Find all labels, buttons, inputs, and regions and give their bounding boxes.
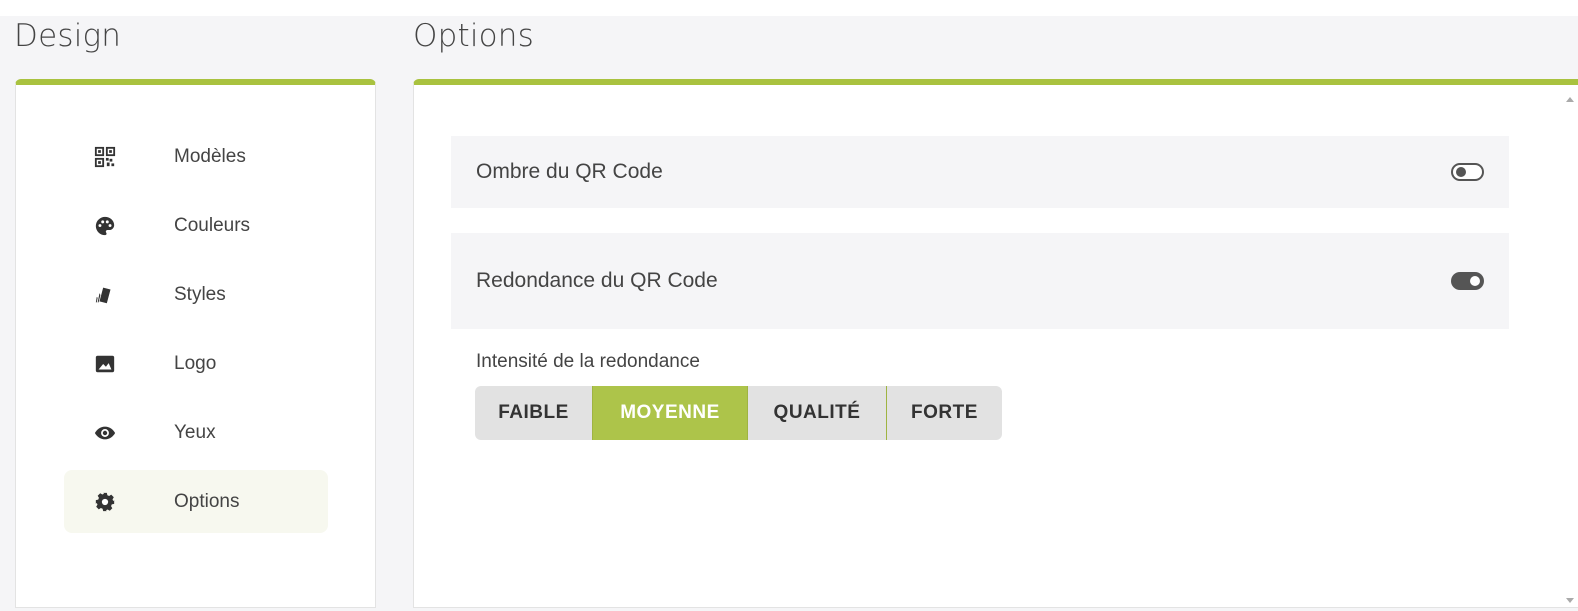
nav-label-couleurs: Couleurs	[174, 214, 251, 236]
palette-icon	[94, 214, 142, 238]
design-section-title: Design	[14, 18, 122, 54]
nav-item-logo[interactable]: Logo	[64, 332, 328, 395]
image-icon	[94, 352, 142, 376]
nav-item-couleurs[interactable]: Couleurs	[64, 194, 328, 257]
swatch-book-icon	[94, 283, 142, 307]
intensity-option-faible[interactable]: FAIBLE	[475, 386, 593, 440]
options-card: Ombre du QR Code Redondance du QR Code I…	[413, 79, 1578, 608]
gear-icon	[94, 490, 142, 514]
toggle-knob	[1470, 276, 1480, 286]
options-section-title: Options	[413, 18, 535, 54]
nav-item-styles[interactable]: Styles	[64, 263, 328, 326]
nav-label-logo: Logo	[174, 352, 217, 374]
nav-label-styles: Styles	[174, 283, 226, 305]
redundancy-toggle[interactable]	[1451, 272, 1484, 290]
intensity-label: Intensité de la redondance	[476, 351, 700, 372]
nav-label-modeles: Modèles	[174, 145, 246, 167]
scroll-up-arrow-icon[interactable]	[1566, 97, 1574, 102]
design-nav-card: Modèles Couleurs Styles Logo Yeux Option…	[15, 79, 376, 608]
toggle-knob	[1456, 167, 1466, 177]
intensity-option-moyenne[interactable]: MOYENNE	[593, 386, 748, 440]
redundancy-option-label: Redondance du QR Code	[476, 269, 718, 292]
shadow-option-label: Ombre du QR Code	[476, 160, 663, 183]
intensity-segmented-control: FAIBLE MOYENNE QUALITÉ FORTE	[475, 386, 1002, 440]
nav-item-yeux[interactable]: Yeux	[64, 401, 328, 464]
top-strip	[0, 0, 1578, 16]
nav-item-modeles[interactable]: Modèles	[64, 125, 328, 188]
redundancy-option-row: Redondance du QR Code	[451, 233, 1509, 329]
options-scrollbar[interactable]	[1562, 91, 1578, 611]
nav-label-options: Options	[174, 490, 240, 512]
qr-code-icon	[94, 145, 142, 169]
nav-item-options[interactable]: Options	[64, 470, 328, 533]
shadow-toggle[interactable]	[1451, 163, 1484, 181]
intensity-option-qualite[interactable]: QUALITÉ	[748, 386, 887, 440]
eye-icon	[94, 421, 142, 445]
intensity-option-forte[interactable]: FORTE	[887, 386, 1002, 440]
design-nav: Modèles Couleurs Styles Logo Yeux Option…	[64, 125, 328, 539]
nav-label-yeux: Yeux	[174, 421, 216, 443]
scroll-down-arrow-icon[interactable]	[1566, 598, 1574, 603]
shadow-option-row: Ombre du QR Code	[451, 136, 1509, 208]
